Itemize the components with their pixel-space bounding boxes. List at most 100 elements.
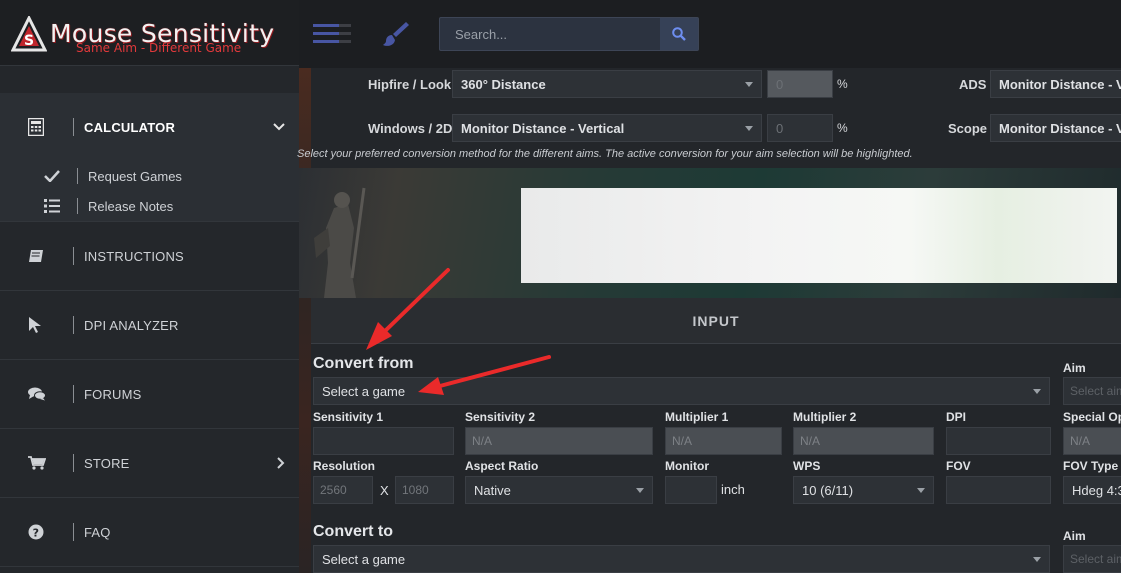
aim-label: Aim [1063,361,1086,375]
sidebar-item-faq[interactable]: ? FAQ [0,498,299,567]
background-art [299,68,311,573]
aim-label: Aim [1063,529,1086,543]
hero-banner [299,168,1121,298]
menu-toggle-icon[interactable] [313,24,351,44]
percent-sign: % [837,77,848,91]
search-icon [672,27,686,41]
resolution-width-input[interactable]: 2560 [313,476,373,504]
windows-method-select[interactable]: Monitor Distance - Vertical [452,114,762,142]
search-box [439,17,699,51]
sidebar-item-label: FORUMS [84,386,142,402]
fov-label: FOV [946,459,971,473]
percent-sign: % [837,121,848,135]
resolution-separator: X [380,483,389,498]
sensitivity2-label: Sensitivity 2 [465,410,536,424]
sidebar-item-instructions[interactable]: INSTRUCTIONS [0,222,299,291]
scope-method-select[interactable]: Monitor Distance - Vertical [990,114,1121,142]
conversion-hint: Select your preferred conversion method … [297,148,913,160]
dpi-input[interactable] [946,427,1051,455]
sensitivity2-input[interactable]: N/A [465,427,653,455]
input-section-header: INPUT [311,298,1121,344]
wps-label: WPS [793,459,821,473]
convert-to-game-select[interactable]: Select a game [313,545,1050,573]
sidebar-item-label: DPI ANALYZER [84,317,179,333]
advertisement[interactable] [521,188,1117,283]
sidebar-item-label: CALCULATOR [84,119,176,135]
sidebar-item-store[interactable]: STORE [0,429,299,498]
sidebar-item-release-notes[interactable]: Release Notes [0,191,299,221]
sidebar-item-calculator[interactable]: CALCULATOR [0,93,299,161]
convert-from-title: Convert from [313,355,414,372]
monitor-label: Monitor [665,459,709,473]
caret-down-icon [745,82,753,87]
convert-from-game-select[interactable]: Select a game [313,377,1050,405]
convert-from-aim-select[interactable]: Select aim [1063,377,1121,405]
input-header-title: INPUT [692,312,740,329]
sidebar-item-label: STORE [84,455,130,471]
sidebar-item-label: INSTRUCTIONS [84,248,184,264]
multiplier2-input[interactable]: N/A [793,427,934,455]
search-button[interactable] [660,18,698,50]
logo-icon: S [11,16,47,52]
caret-down-icon [917,488,925,493]
wps-select[interactable]: 10 (6/11) [793,476,934,504]
svg-text:S: S [24,33,34,49]
resolution-label: Resolution [313,459,375,473]
fov-type-select[interactable]: Hdeg 4:3 [1063,476,1121,504]
comments-icon [28,387,46,401]
special-options-input[interactable]: N/A [1063,427,1121,455]
calculator-submenu: Request Games Release Notes [0,161,299,222]
logo-subtitle: Same Aim - Different Game [76,41,242,55]
windows-percent-input[interactable]: 0 [767,114,833,142]
special-options-label: Special Options [1063,410,1121,424]
hipfire-percent-input[interactable]: 0 [767,70,833,98]
monitor-unit: inch [721,482,745,497]
top-bar [299,0,1121,68]
caret-down-icon [1033,557,1041,562]
svg-text:?: ? [33,526,39,539]
dpi-label: DPI [946,410,967,424]
aspect-ratio-select[interactable]: Native [465,476,653,504]
site-logo[interactable]: S Mouse Sensitivity Same Aim - Different… [0,0,299,66]
check-icon [44,170,60,182]
chevron-down-icon [273,123,285,131]
sidebar: S Mouse Sensitivity Same Aim - Different… [0,0,299,573]
sidebar-item-dpi-analyzer[interactable]: DPI ANALYZER [0,291,299,360]
chevron-right-icon [277,457,285,469]
sensitivity1-label: Sensitivity 1 [313,410,384,424]
sidebar-item-forums[interactable]: FORUMS [0,360,299,429]
sensitivity1-input[interactable] [313,427,454,455]
statue-art [314,187,366,298]
scope-label: Scope [948,121,988,136]
cart-icon [28,456,46,470]
ads-label: ADS [959,77,987,92]
fov-input[interactable] [946,476,1051,504]
page: S Mouse Sensitivity Same Aim - Different… [0,0,1121,573]
resolution-height-input[interactable]: 1080 [395,476,454,504]
list-icon [44,199,60,213]
sidebar-item-request-games[interactable]: Request Games [0,161,299,191]
ads-method-select[interactable]: Monitor Distance - Vertical [990,70,1121,98]
windows-label: Windows / 2D [368,121,453,136]
cursor-icon [29,317,41,333]
sidebar-item-label: Request Games [88,168,182,184]
hipfire-method-select[interactable]: 360° Distance [452,70,762,98]
book-icon [29,250,43,262]
fov-type-label: FOV Type [1063,459,1119,473]
convert-to-aim-select[interactable]: Select aim [1063,545,1121,573]
sidebar-item-label: Release Notes [88,198,174,214]
multiplier2-label: Multiplier 2 [793,410,857,424]
hipfire-label: Hipfire / Look [368,77,452,92]
convert-to-title: Convert to [313,523,393,540]
caret-down-icon [745,126,753,131]
multiplier1-label: Multiplier 1 [665,410,729,424]
question-icon: ? [28,524,44,540]
theme-brush-icon[interactable] [382,20,410,48]
monitor-size-input[interactable] [665,476,717,504]
multiplier1-input[interactable]: N/A [665,427,782,455]
caret-down-icon [1033,389,1041,394]
search-input[interactable] [440,18,662,50]
aspect-ratio-label: Aspect Ratio [465,459,539,473]
calculator-icon [28,118,44,136]
caret-down-icon [636,488,644,493]
